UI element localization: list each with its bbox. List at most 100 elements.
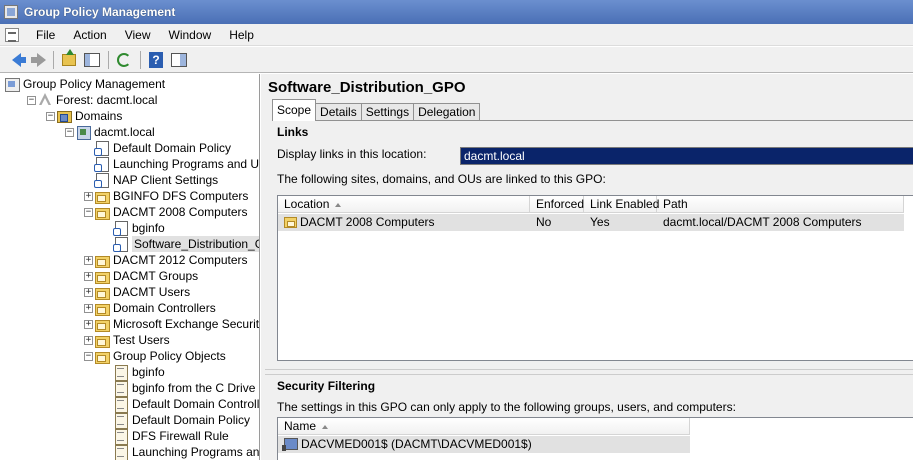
tree-item[interactable]: Default Domain Policy (113, 412, 250, 429)
tree-item[interactable]: DACMT Users (94, 284, 190, 300)
menu-window[interactable]: Window (160, 24, 221, 46)
tree-item[interactable]: DACMT 2012 Computers (94, 252, 248, 268)
show-hide-action-pane-button[interactable] (168, 49, 190, 71)
menu-action[interactable]: Action (64, 24, 115, 46)
tree-item[interactable]: DACMT Groups (94, 268, 198, 284)
menu-file[interactable]: File (27, 24, 64, 46)
security-list-header: Name (278, 418, 690, 435)
expand-toggle[interactable]: + (84, 304, 93, 313)
tree-item[interactable]: Launching Programs and Uns (113, 444, 260, 460)
folder-icon (94, 252, 110, 268)
tree-item[interactable]: NAP Client Settings (94, 172, 218, 188)
tree-item-label: Domain Controllers (113, 301, 216, 315)
tree-item-label: dacmt.local (94, 125, 155, 139)
tree-item-label: Default Domain Policy (113, 141, 232, 155)
tree-item-label: DFS Firewall Rule (132, 429, 229, 443)
folder-icon (94, 348, 110, 364)
toolbar-separator (140, 50, 141, 69)
expand-toggle[interactable]: + (84, 320, 93, 329)
collapse-toggle[interactable]: − (27, 96, 36, 105)
col-enforced[interactable]: Enforced (530, 196, 584, 213)
cell-link-enabled: Yes (590, 215, 610, 229)
tree-item-label: Forest: dacmt.local (56, 93, 158, 107)
tree-item[interactable]: DFS Firewall Rule (113, 428, 229, 445)
expand-toggle[interactable]: + (84, 336, 93, 345)
up-folder-icon (62, 48, 76, 66)
tree-item-label: DACMT 2008 Computers (113, 205, 248, 219)
forward-button[interactable] (26, 49, 48, 71)
col-path[interactable]: Path (657, 196, 904, 213)
security-filtering-list[interactable]: Name DACVMED001$ (DACMT\DACVMED001$) (277, 417, 913, 460)
root-icon (4, 76, 20, 92)
tree-item[interactable]: bginfo from the C Drive (113, 380, 255, 397)
folder-icon (94, 316, 110, 332)
tree-item-label: Launching Programs and Uns (132, 445, 260, 459)
back-arrow-icon (11, 52, 26, 67)
tree-item[interactable]: Default Domain Controllers Po (113, 396, 260, 413)
tab-delegation[interactable]: Delegation (413, 103, 481, 121)
refresh-button[interactable] (113, 49, 135, 71)
help-button[interactable]: ? (145, 49, 167, 71)
tree-item[interactable]: Group Policy Objects (94, 348, 226, 364)
forward-arrow-icon (30, 52, 46, 67)
tree-item[interactable]: Launching Programs and Unsafe (94, 156, 260, 172)
tab-scope[interactable]: Scope (272, 99, 317, 121)
section-splitter[interactable] (265, 369, 913, 375)
tab-strip: Scope Details Settings Delegation (272, 99, 481, 121)
tree-item[interactable]: Software_Distribution_GPO (113, 236, 259, 252)
gpo-icon (113, 396, 129, 413)
tree-item[interactable]: Group Policy Management (4, 76, 165, 92)
expand-toggle[interactable]: + (84, 272, 93, 281)
tab-details[interactable]: Details (315, 103, 362, 121)
table-row[interactable]: DACMT 2008 Computers No Yes dacmt.local/… (278, 214, 904, 231)
col-link-enabled[interactable]: Link Enabled (584, 196, 659, 213)
expand-toggle[interactable]: + (84, 256, 93, 265)
tree-item-label: Launching Programs and Unsafe (113, 157, 260, 171)
name-text: DACVMED001$ (DACMT\DACVMED001$) (301, 437, 532, 451)
menu-help[interactable]: Help (220, 24, 263, 46)
menu-view[interactable]: View (116, 24, 160, 46)
console-menu-icon[interactable] (5, 27, 19, 42)
tree-item[interactable]: Microsoft Exchange Security Grou (94, 316, 259, 332)
tree-item[interactable]: BGINFO DFS Computers (94, 188, 248, 204)
table-row[interactable]: DACVMED001$ (DACMT\DACVMED001$) (278, 436, 690, 453)
collapse-toggle[interactable]: − (46, 112, 55, 121)
tab-settings[interactable]: Settings (360, 103, 415, 121)
gpo-link-icon (94, 140, 110, 156)
gpmc-app-icon[interactable] (4, 5, 18, 19)
expand-toggle[interactable]: + (84, 192, 93, 201)
back-button[interactable] (3, 49, 26, 71)
toolbar: ? (0, 47, 913, 73)
up-one-level-button[interactable] (58, 48, 80, 71)
tree-item[interactable]: Domains (56, 108, 122, 124)
col-name[interactable]: Name (278, 418, 690, 435)
collapse-toggle[interactable]: − (84, 208, 93, 217)
domain-icon (75, 124, 91, 140)
show-hide-tree-button[interactable] (81, 49, 103, 71)
tree-item-label: Default Domain Controllers Po (132, 397, 260, 411)
folder-icon (94, 204, 110, 220)
tree-item-label: DACMT Users (113, 285, 191, 299)
expand-toggle[interactable]: + (84, 288, 93, 297)
display-links-location-dropdown[interactable]: dacmt.local (460, 147, 913, 165)
tree-item[interactable]: Default Domain Policy (94, 140, 231, 156)
tree-item-label: Group Policy Management (23, 77, 166, 91)
tree-item[interactable]: bginfo (113, 364, 165, 381)
tree-item[interactable]: Domain Controllers (94, 300, 216, 316)
tree-item[interactable]: DACMT 2008 Computers (94, 204, 248, 220)
details-pane: Software_Distribution_GPO Scope Details … (265, 74, 913, 460)
tree-item[interactable]: Test Users (94, 332, 170, 348)
window-title: Group Policy Management (24, 5, 176, 19)
col-location[interactable]: Location (278, 196, 530, 213)
action-pane-icon (171, 52, 187, 67)
console-tree[interactable]: Group Policy Management − Forest: dacmt.lo… (0, 74, 260, 460)
tree-item[interactable]: bginfo (113, 220, 165, 236)
tree-item[interactable]: Forest: dacmt.local (37, 92, 157, 108)
domains-icon (56, 108, 72, 124)
links-list[interactable]: Location Enforced Link Enabled Path DACM… (277, 195, 913, 361)
tree-item[interactable]: dacmt.local (75, 124, 155, 140)
gpo-link-icon (94, 156, 110, 172)
collapse-toggle[interactable]: − (65, 128, 74, 137)
collapse-toggle[interactable]: − (84, 352, 93, 361)
col-location-label: Location (284, 197, 330, 211)
